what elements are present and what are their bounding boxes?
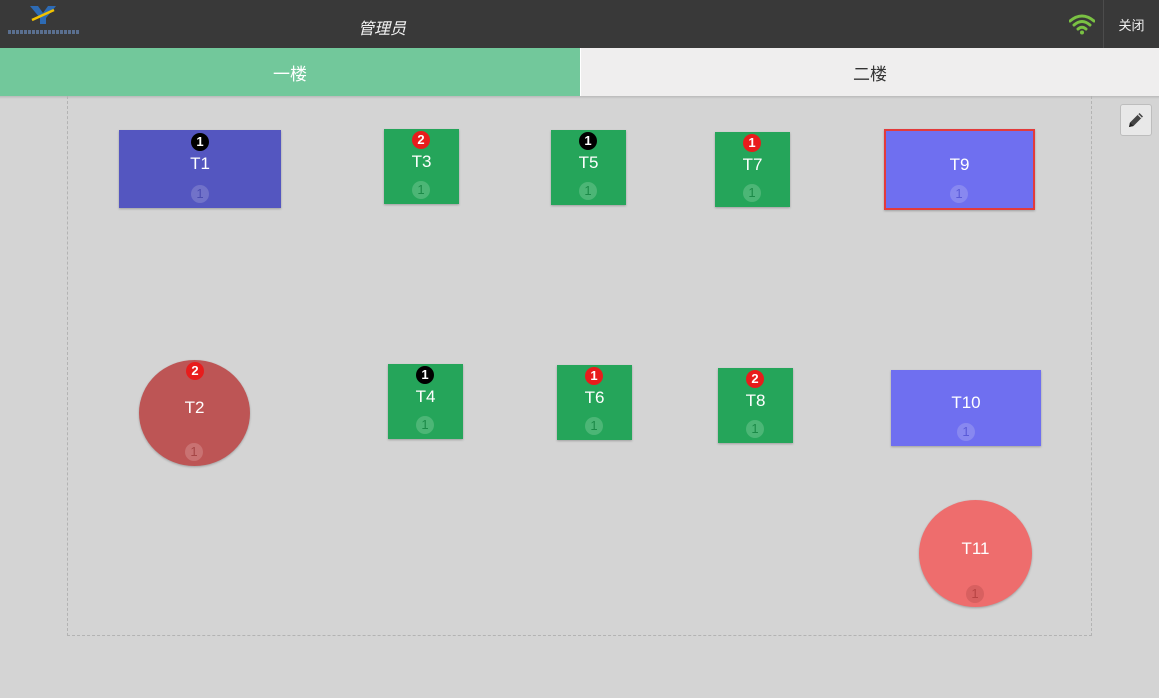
table-t5[interactable]: 1 T5 1 (551, 130, 626, 205)
top-bar: 管理员 关闭 (0, 0, 1159, 48)
order-count-badge: 2 (186, 362, 204, 380)
company-logo (8, 4, 80, 42)
tab-label: 一楼 (273, 64, 307, 84)
table-name: T8 (745, 391, 766, 410)
table-t3[interactable]: 2 T3 1 (384, 129, 459, 204)
table-name: T5 (578, 153, 599, 172)
tab-floor-2[interactable]: 二楼 (580, 48, 1159, 96)
order-count-badge: 2 (412, 131, 430, 149)
table-name: T10 (951, 393, 981, 412)
guest-count-badge: 1 (191, 185, 209, 203)
table-name: T3 (411, 152, 432, 171)
order-count-badge: 1 (191, 133, 209, 151)
guest-count-badge: 1 (746, 420, 764, 438)
table-name: T2 (184, 398, 205, 417)
table-name: T11 (961, 539, 990, 558)
guest-count-badge: 1 (950, 185, 968, 203)
pencil-icon (1129, 113, 1143, 127)
order-count-badge: 1 (585, 367, 603, 385)
guest-count-badge: 1 (416, 416, 434, 434)
tab-label: 二楼 (853, 64, 887, 84)
table-t7[interactable]: 1 T7 1 (715, 132, 790, 207)
logo-text (8, 30, 80, 34)
user-role-title: 管理员 (358, 21, 407, 38)
close-button[interactable]: 关闭 (1104, 0, 1159, 48)
order-count-badge: 2 (746, 370, 764, 388)
table-name: T9 (949, 155, 970, 174)
guest-count-badge: 1 (579, 182, 597, 200)
order-count-badge: 1 (743, 134, 761, 152)
table-t9[interactable]: T9 1 (884, 129, 1035, 210)
table-t10[interactable]: T10 1 (891, 370, 1041, 446)
table-t8[interactable]: 2 T8 1 (718, 368, 793, 443)
table-t2[interactable]: 2 T2 1 (139, 360, 250, 466)
guest-count-badge: 1 (412, 181, 430, 199)
table-name: T1 (190, 154, 210, 173)
edit-layout-button[interactable] (1120, 104, 1152, 136)
table-name: T4 (415, 387, 436, 406)
logo-mark-icon (30, 6, 56, 24)
table-name: T6 (584, 388, 605, 407)
guest-count-badge: 1 (966, 585, 984, 603)
table-name: T7 (742, 155, 763, 174)
table-t11[interactable]: T11 1 (919, 500, 1032, 607)
guest-count-badge: 1 (585, 417, 603, 435)
tab-floor-1[interactable]: 一楼 (0, 48, 580, 96)
table-t1[interactable]: 1 T1 1 (119, 130, 281, 208)
order-count-badge: 1 (416, 366, 434, 384)
table-t6[interactable]: 1 T6 1 (557, 365, 632, 440)
table-t4[interactable]: 1 T4 1 (388, 364, 463, 439)
guest-count-badge: 1 (957, 423, 975, 441)
guest-count-badge: 1 (185, 443, 203, 461)
order-count-badge: 1 (579, 132, 597, 150)
wifi-icon (1069, 14, 1095, 35)
guest-count-badge: 1 (743, 184, 761, 202)
